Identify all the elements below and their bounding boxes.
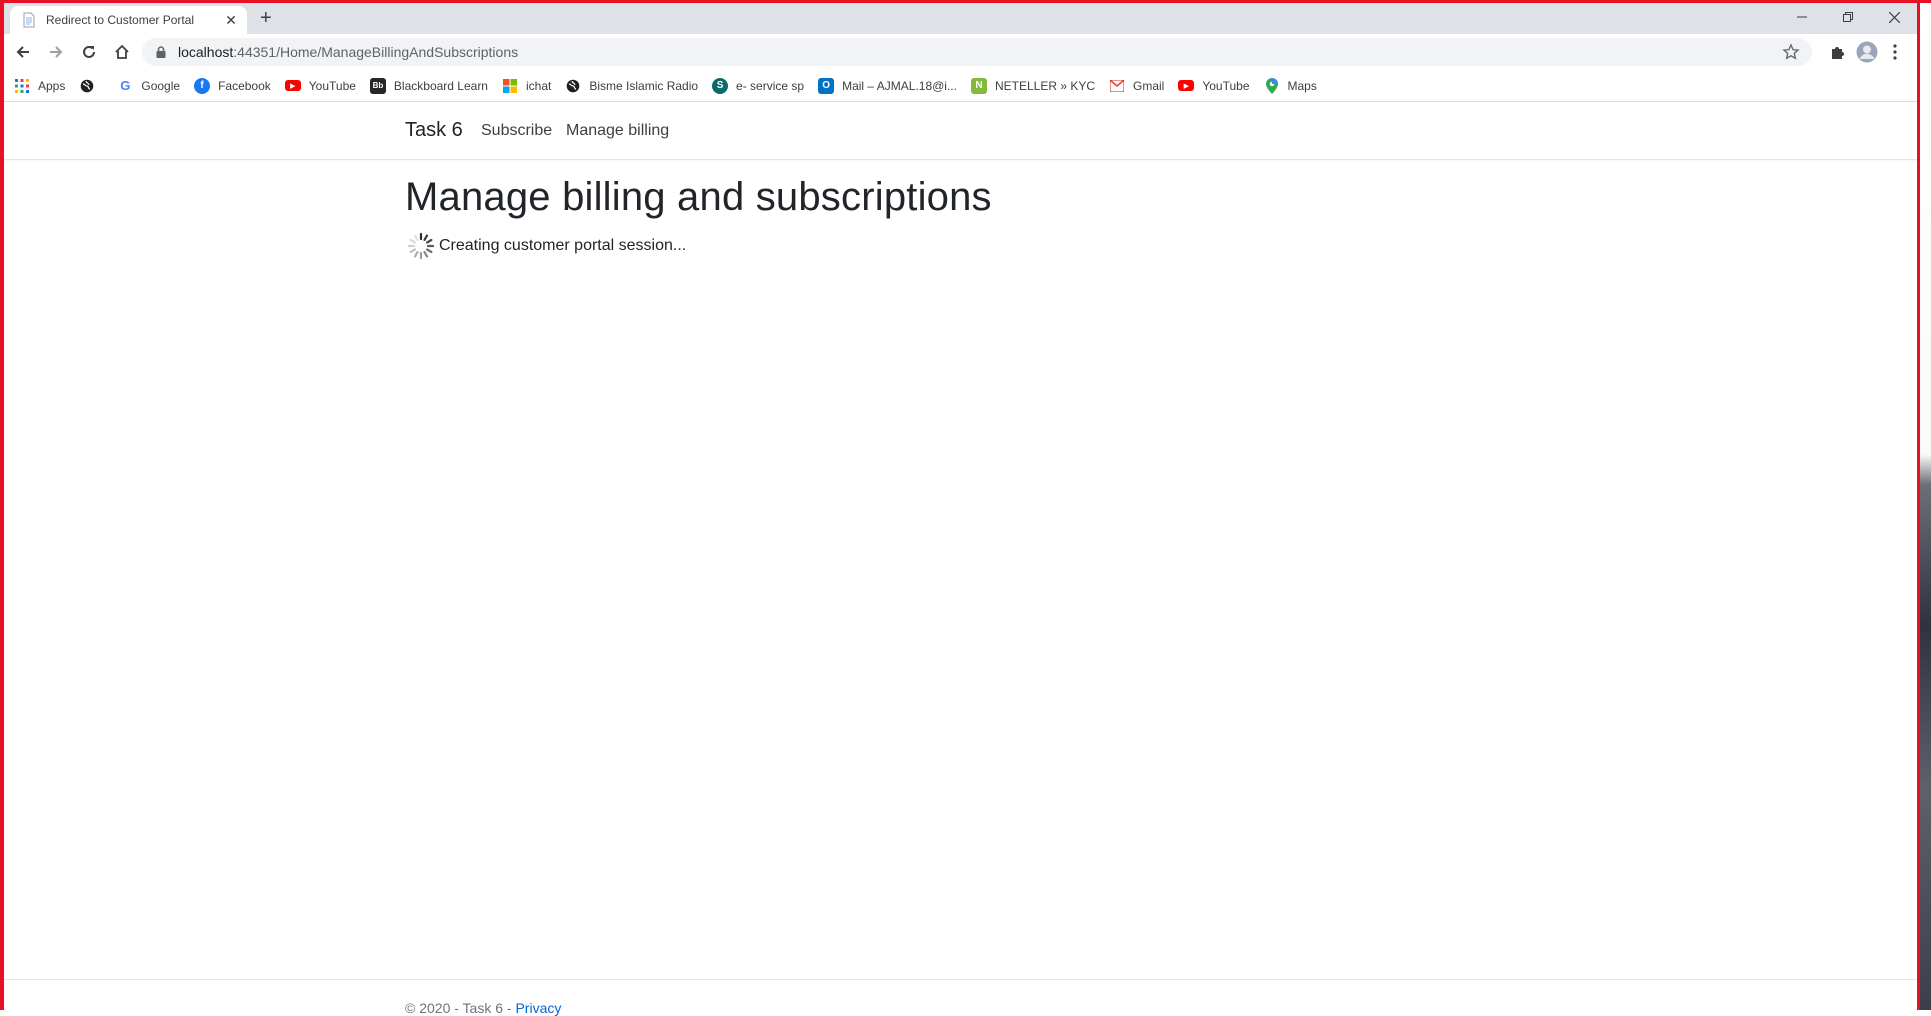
windows-icon	[502, 78, 518, 94]
window-frame-top	[0, 0, 1931, 3]
more-vertical-icon	[1893, 44, 1897, 60]
bookmark-globe[interactable]	[79, 78, 103, 94]
gmail-icon	[1109, 78, 1125, 94]
bookmark-maps[interactable]: Maps	[1264, 77, 1317, 94]
google-icon: G	[120, 78, 131, 93]
document-icon	[23, 12, 35, 28]
globe-icon	[79, 78, 95, 94]
arrow-right-icon	[50, 46, 63, 58]
new-tab-button[interactable]: +	[260, 8, 272, 28]
blackboard-icon: Bb	[369, 77, 386, 94]
bookmark-youtube-2[interactable]: ▶ YouTube	[1178, 79, 1250, 93]
bookmark-blackboard[interactable]: Bb Blackboard Learn	[369, 77, 488, 94]
youtube-icon: ▶	[1178, 80, 1195, 91]
desktop-background-strip	[1920, 0, 1931, 1010]
bookmark-bisme-islamic-radio[interactable]: Bisme Islamic Radio	[565, 78, 698, 94]
bookmark-mail[interactable]: O Mail – AJMAL.18@i...	[818, 77, 957, 94]
status-text: Creating customer portal session...	[439, 237, 687, 254]
home-icon	[115, 44, 129, 59]
minimize-icon	[1797, 16, 1807, 18]
puzzle-icon	[1832, 47, 1844, 59]
maps-icon	[1264, 77, 1280, 94]
neteller-icon: N	[970, 77, 987, 94]
browser-toolbar: localhost:44351/Home/ManageBillingAndSub…	[4, 34, 1917, 70]
sharepoint-icon: S	[712, 77, 729, 94]
minimize-button[interactable]	[1779, 3, 1825, 31]
reload-icon	[83, 45, 95, 58]
loading-spinner-icon	[407, 232, 435, 260]
forward-button[interactable]	[42, 38, 70, 66]
bookmark-apps[interactable]: Apps	[14, 78, 65, 94]
page-title: Manage billing and subscriptions	[405, 175, 992, 219]
bookmark-facebook[interactable]: f Facebook	[194, 77, 271, 94]
bookmark-google[interactable]: G Google	[117, 78, 180, 94]
tab-title: Redirect to Customer Portal	[46, 13, 195, 27]
facebook-icon: f	[194, 77, 211, 94]
bookmark-gmail[interactable]: Gmail	[1109, 78, 1164, 94]
outlook-icon: O	[818, 77, 835, 94]
globe-icon	[565, 78, 581, 94]
close-icon	[1888, 11, 1900, 23]
window-frame-right	[1917, 0, 1920, 1010]
restore-icon	[1843, 12, 1853, 22]
site-brand[interactable]: Task 6	[405, 119, 463, 142]
site-footer: © 2020 - Task 6 - Privacy	[4, 979, 1917, 1016]
footer-copyright: © 2020 - Task 6 -	[405, 1000, 516, 1016]
tab-strip: Redirect to Customer Portal ✕ +	[4, 3, 1917, 34]
window-frame-left	[0, 0, 4, 1010]
extensions-button[interactable]	[1823, 38, 1851, 66]
window-controls	[1779, 3, 1917, 31]
avatar-icon	[1856, 41, 1878, 63]
home-button[interactable]	[108, 38, 136, 66]
back-button[interactable]	[9, 38, 37, 66]
close-window-button[interactable]	[1871, 3, 1917, 31]
nav-subscribe[interactable]: Subscribe	[481, 122, 552, 140]
arrow-left-icon	[16, 46, 29, 58]
apps-grid-icon	[14, 78, 30, 94]
reload-button[interactable]	[75, 38, 103, 66]
footer-text: © 2020 - Task 6 - Privacy	[405, 1000, 561, 1016]
page-content: Task 6 Subscribe Manage billing Manage b…	[4, 103, 1917, 1016]
profile-avatar[interactable]	[1853, 38, 1881, 66]
nav-manage-billing[interactable]: Manage billing	[566, 122, 669, 140]
address-bar[interactable]: localhost:44351/Home/ManageBillingAndSub…	[142, 38, 1812, 66]
bookmark-youtube[interactable]: ▶ YouTube	[284, 79, 356, 93]
close-tab-icon[interactable]: ✕	[223, 12, 239, 29]
bookmark-ichat[interactable]: ichat	[502, 78, 551, 94]
restore-button[interactable]	[1825, 3, 1871, 31]
url-text: localhost:44351/Home/ManageBillingAndSub…	[178, 44, 519, 60]
status-message: Creating customer portal session...	[405, 230, 686, 262]
browser-tab[interactable]: Redirect to Customer Portal ✕	[10, 6, 247, 34]
site-navbar: Task 6 Subscribe Manage billing	[4, 103, 1917, 160]
browser-menu-button[interactable]	[1883, 38, 1907, 66]
bookmarks-bar: Apps G Google f Facebook ▶ YouTube Bb Bl…	[4, 70, 1917, 102]
lock-icon	[156, 46, 166, 58]
youtube-icon: ▶	[284, 80, 301, 91]
bookmark-e-service[interactable]: S e- service sp	[712, 77, 804, 94]
bookmark-neteller[interactable]: N NETELLER » KYC	[970, 77, 1095, 94]
bookmark-star-icon[interactable]	[1782, 43, 1800, 61]
privacy-link[interactable]: Privacy	[515, 1000, 561, 1016]
